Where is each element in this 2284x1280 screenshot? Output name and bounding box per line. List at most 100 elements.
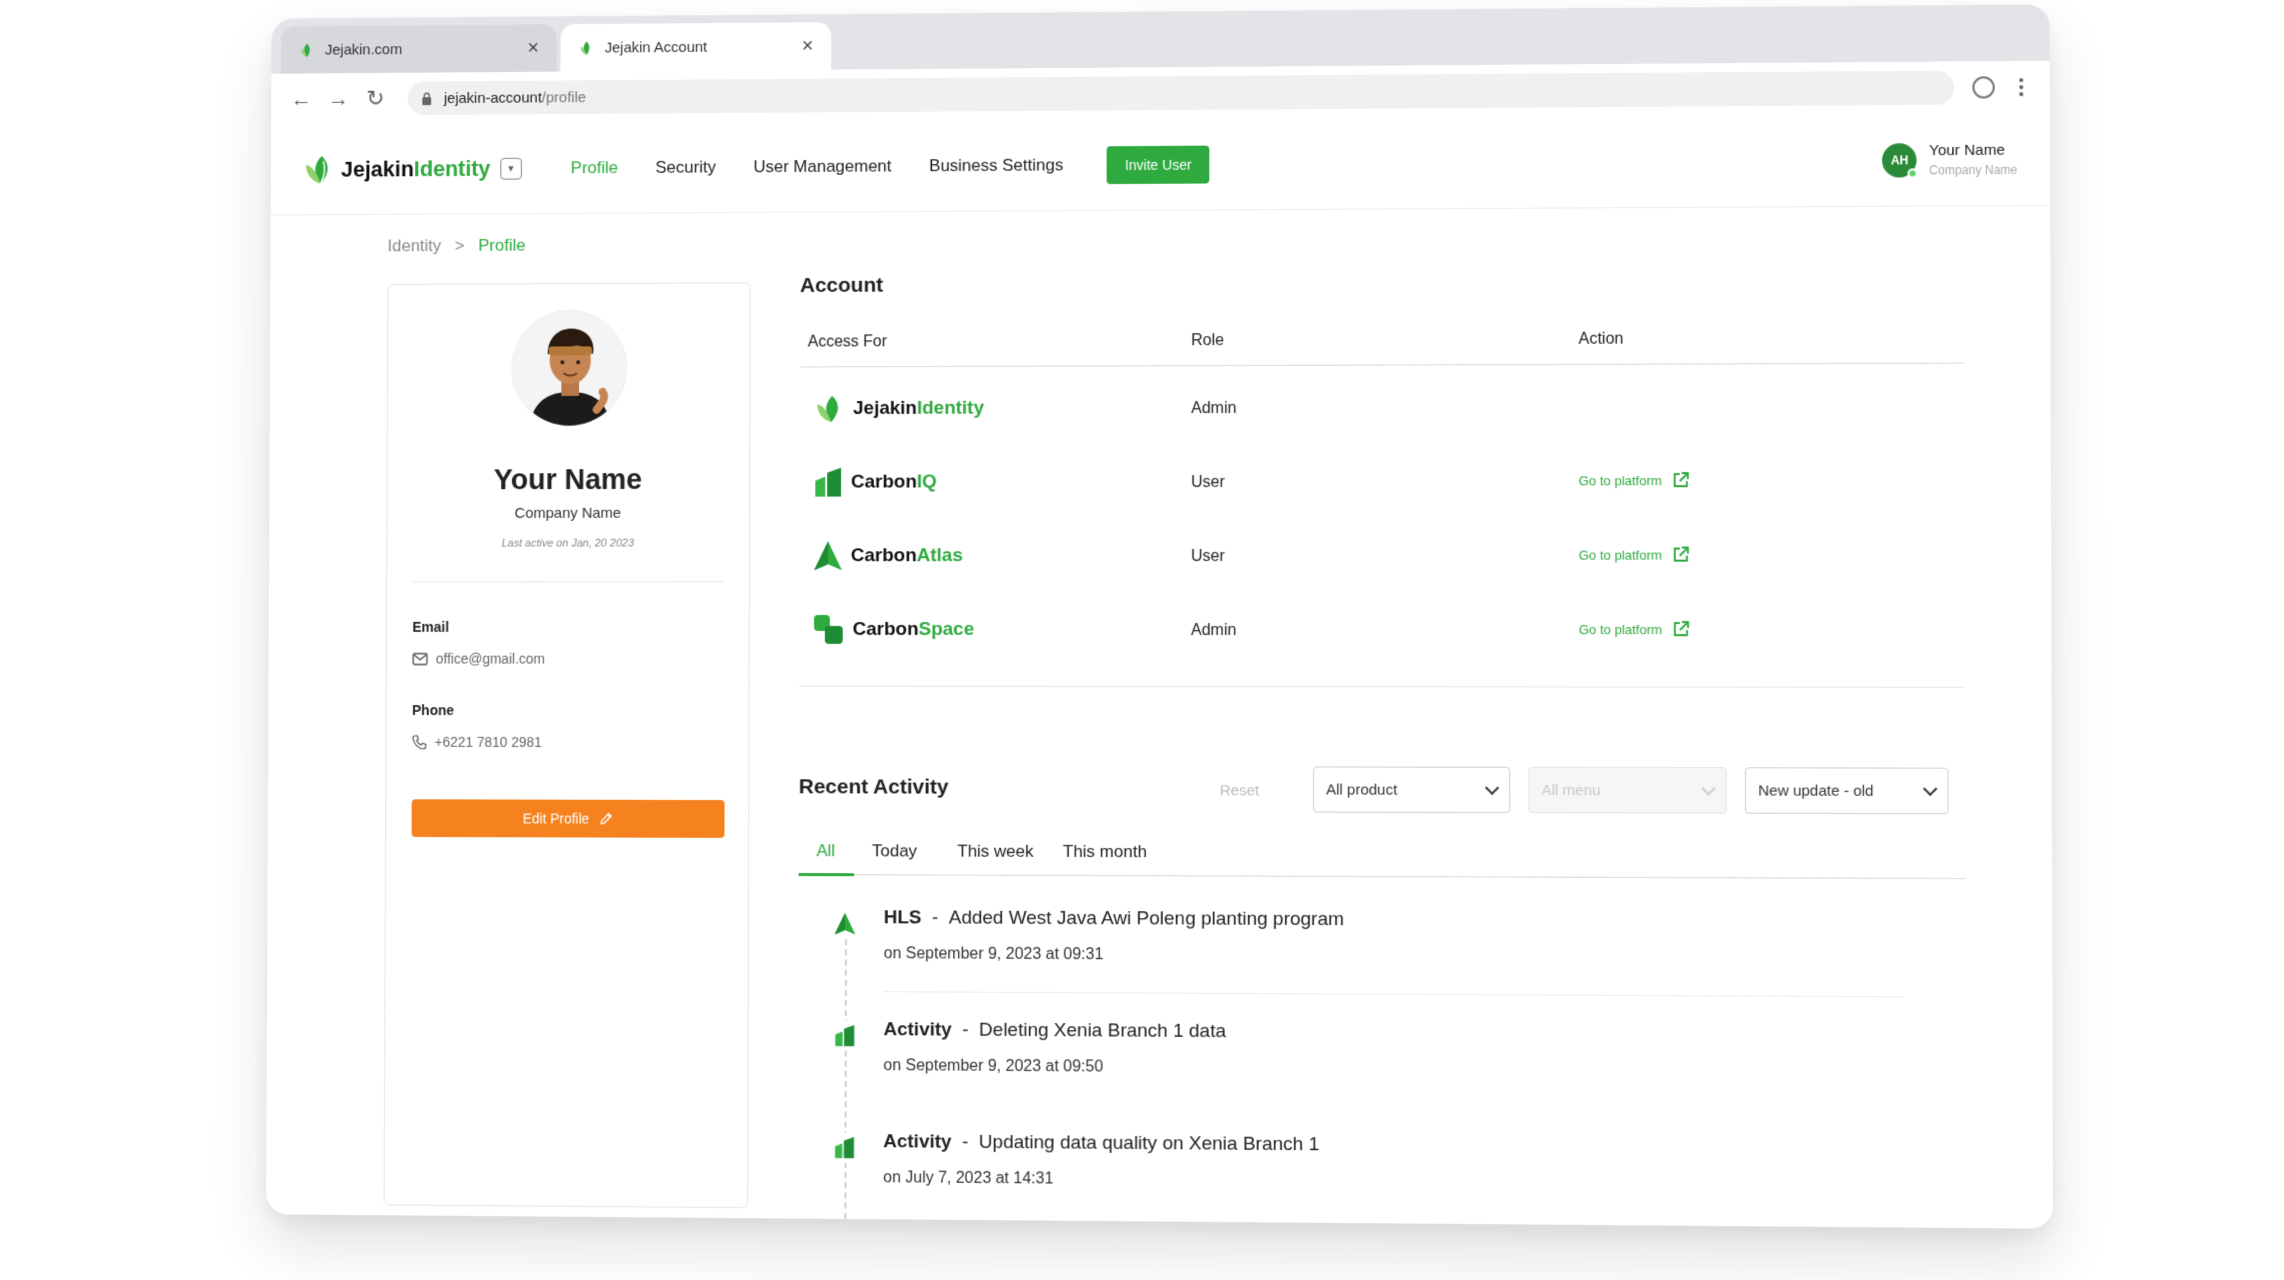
nav-profile[interactable]: Profile [571,158,618,178]
go-to-platform-link[interactable]: Go to platform [1579,620,1691,638]
tab-all[interactable]: All [816,841,835,861]
close-icon[interactable]: × [528,37,540,60]
product-carbonspace: CarbonSpace [813,614,974,646]
carbonspace-blocks-icon [813,614,845,646]
menu-filter-value: All menu [1542,781,1601,798]
breadcrumb-separator: > [455,236,465,256]
account-table-header: Access For Role Action [800,317,1964,367]
browser-window: Jejakin.com × Jejakin Account × ← → ↻ je… [266,4,2053,1228]
activity-tag: Activity [883,1019,951,1040]
divider [884,991,1905,997]
edit-profile-button[interactable]: Edit Profile [412,799,725,838]
url-path: /profile [542,89,586,106]
tab-today[interactable]: Today [872,841,917,861]
profile-company: Company Name [387,505,749,522]
table-row: CarbonSpace Admin Go to platform [799,596,1965,669]
phone-value-row: +6221 7810 2981 [412,734,542,750]
go-to-platform-label: Go to platform [1579,622,1662,637]
activity-time: on September 9, 2023 at 09:50 [883,1057,1103,1076]
back-arrow-icon[interactable]: ← [287,84,316,114]
product-name-accent: IQ [917,472,937,493]
nav-business-settings[interactable]: Business Settings [929,155,1063,176]
email-value: office@gmail.com [436,651,545,667]
chevron-down-icon [1485,780,1499,794]
list-item[interactable]: HLS - Added West Java Awi Poleng plantin… [798,907,1924,911]
sort-select[interactable]: New update - old [1745,767,1949,814]
browser-tab-jejakin-com[interactable]: Jejakin.com × [281,24,557,73]
carboniq-bars-icon [830,1021,860,1051]
logo-text-accent: Identity [414,156,491,181]
pencil-icon [599,812,613,826]
role-value: Admin [1191,400,1236,418]
external-link-icon [1672,471,1690,489]
close-icon[interactable]: × [802,35,814,58]
nav-user-management[interactable]: User Management [753,156,891,177]
activity-time: on July 7, 2023 at 14:31 [883,1169,1053,1188]
phone-label: Phone [412,702,454,718]
activity-dash: - [932,907,938,928]
browser-menu-icon[interactable] [2009,72,2034,102]
table-row: JejakinIdentity Admin [800,372,1964,447]
product-name-main: Jejakin [853,398,917,419]
activity-feed: HLS - Added West Java Awi Poleng plantin… [798,889,1966,1228]
reset-filters-button[interactable]: Reset [1220,782,1259,799]
activity-time: on September 9, 2023 at 09:31 [884,945,1104,964]
url-field[interactable]: jejakin-account/profile [408,71,1954,116]
product-name-main: Carbon [851,545,917,566]
menu-filter-select[interactable]: All menu [1528,767,1726,814]
profile-avatar [511,310,627,427]
forward-arrow-icon[interactable]: → [324,84,353,114]
go-to-platform-link[interactable]: Go to platform [1579,546,1691,564]
browser-tab-title: Jejakin Account [605,38,802,56]
list-item[interactable]: Activity - Deleting Xenia Branch 1 data … [798,1019,1924,1025]
person-illustration-icon [512,311,627,427]
breadcrumb-identity[interactable]: Identity [388,236,442,256]
tab-this-week[interactable]: This week [957,842,1033,862]
go-to-platform-link[interactable]: Go to platform [1579,471,1691,489]
email-label: Email [412,619,449,635]
phone-icon [412,734,427,749]
jejakin-leaf-icon [813,393,845,425]
sort-value: New update - old [1758,782,1873,799]
app-header: JejakinIdentity ▾ Profile Security User … [271,113,2050,215]
role-value: User [1191,548,1225,566]
recent-activity-title: Recent Activity [799,775,949,799]
extension-icon[interactable] [1972,76,1994,98]
product-filter-value: All product [1326,781,1397,798]
carbonatlas-tree-icon [813,540,843,572]
user-menu[interactable]: AH Your Name Company Name [1882,142,2017,178]
reload-icon[interactable]: ↻ [361,84,390,114]
header-user-company: Company Name [1929,163,2017,178]
invite-user-button[interactable]: Invite User [1107,145,1210,183]
activity-tag: HLS [884,907,922,928]
go-to-platform-label: Go to platform [1579,473,1662,488]
jejakin-identity-logo[interactable]: JejakinIdentity ▾ [302,151,522,186]
chevron-down-icon [1923,781,1937,795]
jejakin-leaf-icon [302,153,335,187]
breadcrumb: Identity > Profile [388,236,526,256]
activity-tabs: All Today This week This month [799,831,1966,879]
product-name-main: Carbon [853,619,919,640]
tab-this-month[interactable]: This month [1063,842,1147,862]
screenshot-stage: Jejakin.com × Jejakin Account × ← → ↻ je… [0,0,2284,1280]
chevron-down-icon[interactable]: ▾ [500,157,522,179]
go-to-platform-label: Go to platform [1579,547,1662,562]
timeline-line [844,929,847,1228]
activity-heading: Activity - Deleting Xenia Branch 1 data [883,1019,1225,1043]
carboniq-bars-icon [830,1133,860,1163]
product-filter-select[interactable]: All product [1313,766,1510,813]
profile-card: Your Name Company Name Last active on Ja… [384,282,751,1208]
active-tab-indicator [799,873,854,876]
carbonatlas-tree-icon [830,909,860,939]
avatar: AH [1882,143,1917,177]
nav-security[interactable]: Security [655,157,716,177]
header-user-name: Your Name [1929,142,2017,160]
email-value-row: office@gmail.com [412,651,545,667]
url-host: jejakin-account [444,89,542,106]
role-value: Admin [1191,622,1236,640]
logo-text-main: Jejakin [341,156,414,181]
product-name-accent: Identity [917,398,984,419]
browser-tab-jejakin-account[interactable]: Jejakin Account × [560,22,831,72]
product-carbonatlas: CarbonAtlas [813,540,963,572]
list-item[interactable]: Activity - Updating data quality on Xeni… [798,1131,1925,1139]
